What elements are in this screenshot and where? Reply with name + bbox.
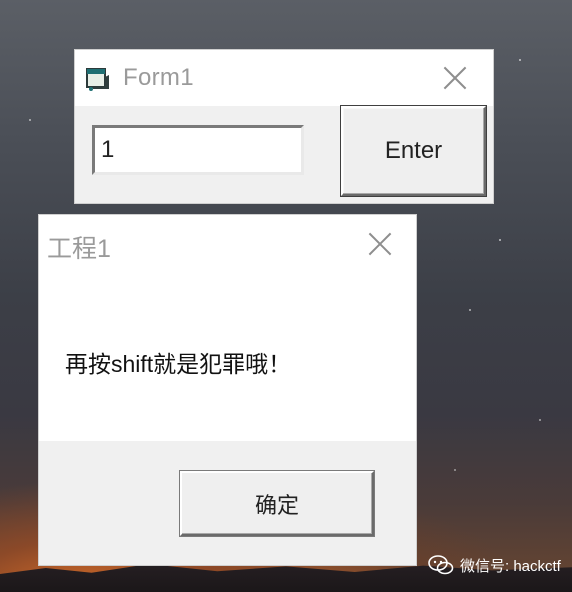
message-box-title: 工程1 — [47, 235, 111, 263]
ok-button[interactable]: 确定 — [180, 471, 374, 536]
close-icon[interactable] — [442, 65, 468, 91]
message-box-titlebar[interactable]: 工程1 — [39, 215, 416, 273]
form1-titlebar[interactable]: Form1 — [75, 50, 493, 106]
vb-form-icon — [86, 68, 109, 91]
message-box-window: 工程1 再按shift就是犯罪哦！ 确定 — [39, 215, 416, 565]
message-content-area: 再按shift就是犯罪哦！ — [39, 273, 416, 441]
close-icon[interactable] — [367, 231, 393, 257]
watermark-text: 微信号: hackctf — [460, 557, 561, 575]
form1-title: Form1 — [123, 64, 194, 91]
value-input[interactable] — [92, 125, 304, 175]
watermark: 微信号: hackctf — [428, 553, 561, 577]
wechat-icon — [428, 555, 454, 575]
enter-button[interactable]: Enter — [341, 106, 486, 196]
message-text: 再按shift就是犯罪哦！ — [65, 351, 292, 377]
form1-window: Form1 Enter — [75, 50, 493, 203]
